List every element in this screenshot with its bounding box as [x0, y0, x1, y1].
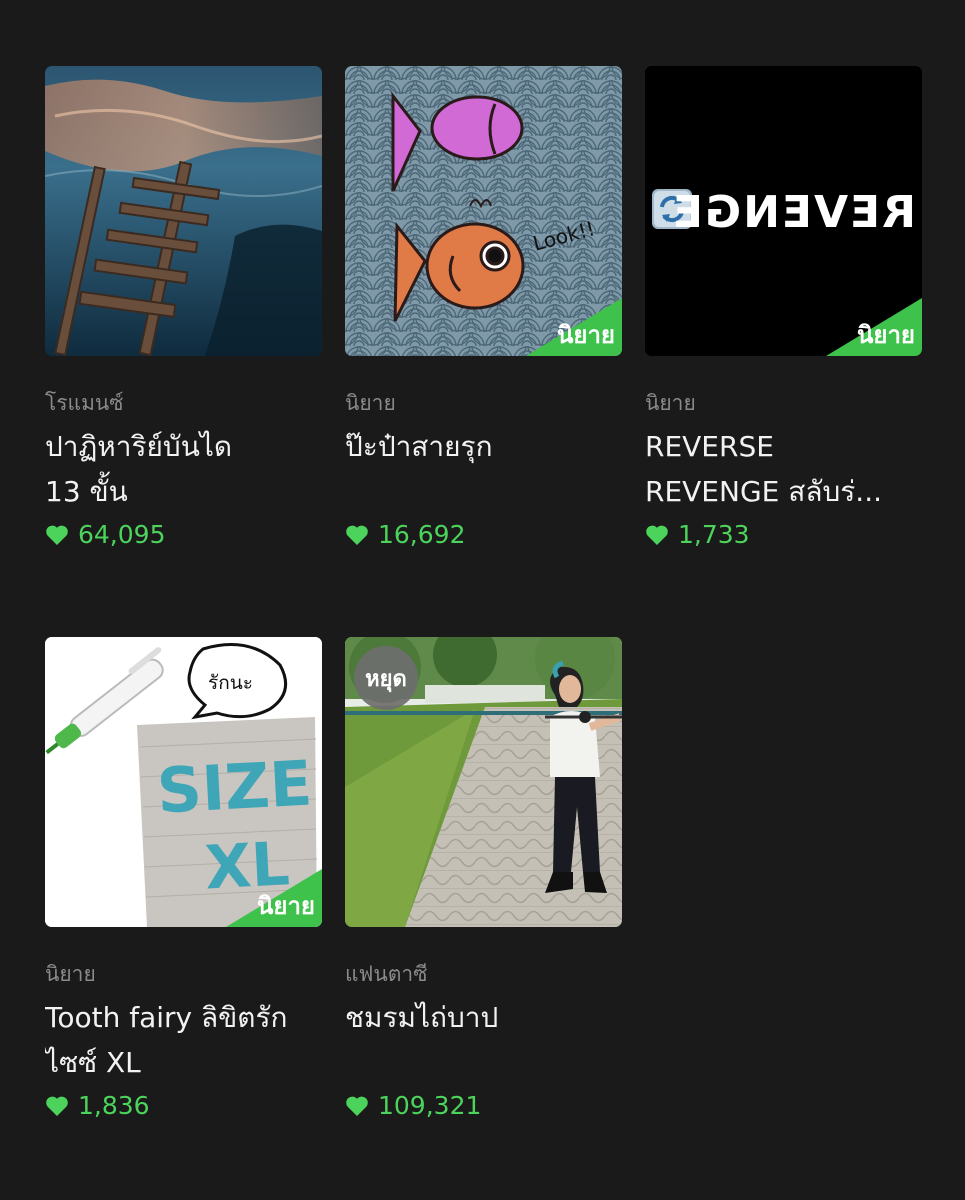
cover-image: Look!!: [345, 66, 622, 356]
like-count-value: 16,692: [378, 520, 466, 549]
story-cover[interactable]: REVENGE นิยาย: [645, 66, 922, 356]
story-cover[interactable]: หยุด: [345, 637, 622, 927]
story-genre: นิยาย: [45, 962, 96, 986]
heart-icon: [346, 525, 368, 545]
heart-icon: [46, 525, 68, 545]
story-card[interactable]: โรแมนซ์ ปาฏิหาริย์บันได 13 ขั้น 64,095: [45, 66, 322, 549]
story-title[interactable]: Tooth fairy ลิขิตรัก ไซซ์ XL: [45, 995, 322, 1085]
paused-status-badge: หยุด: [354, 646, 418, 710]
like-count-value: 1,836: [78, 1091, 150, 1120]
like-count: 1,836: [45, 1091, 150, 1121]
story-card[interactable]: หยุด แฟนตาซี ชมรมไถ่บาป 109,321: [345, 637, 622, 1120]
like-count-value: 64,095: [78, 520, 166, 549]
story-title[interactable]: ปาฏิหาริย์บันได 13 ขั้น: [45, 424, 322, 514]
cover-image: REVENGE: [645, 66, 922, 356]
story-genre: นิยาย: [345, 391, 396, 415]
like-count: 1,733: [645, 520, 750, 550]
heart-icon: [346, 1096, 368, 1116]
like-count: 64,095: [45, 520, 165, 550]
like-count: 16,692: [345, 520, 465, 550]
story-cover[interactable]: รักนะ SIZE XL นิยาย: [45, 637, 322, 927]
heart-icon: [646, 525, 668, 545]
cover-image: รักนะ SIZE XL: [45, 637, 322, 927]
story-cover[interactable]: [45, 66, 322, 356]
story-genre: นิยาย: [645, 391, 696, 415]
story-title[interactable]: ชมรมไถ่บาป: [345, 995, 622, 1040]
like-count-value: 1,733: [678, 520, 750, 549]
like-count: 109,321: [345, 1091, 481, 1121]
story-card[interactable]: REVENGE นิยาย นิยาย REVERSE REVENGE สลับ…: [645, 66, 922, 549]
story-cover[interactable]: Look!! นิยาย: [345, 66, 622, 356]
svg-text:รักนะ: รักนะ: [208, 672, 253, 694]
story-title[interactable]: ป๊ะป๋าสายรุก: [345, 424, 622, 469]
story-genre: แฟนตาซี: [345, 962, 428, 986]
like-count-value: 109,321: [378, 1091, 482, 1120]
story-title[interactable]: REVERSE REVENGE สลับร่...: [645, 424, 922, 514]
story-card[interactable]: รักนะ SIZE XL นิยาย นิยาย Tooth fairy ลิ…: [45, 637, 322, 1120]
cover-image: [45, 66, 322, 356]
svg-text:SIZE: SIZE: [155, 746, 314, 827]
novel-badge: นิยาย: [556, 321, 615, 349]
novel-badge: นิยาย: [856, 321, 915, 349]
story-genre: โรแมนซ์: [45, 391, 124, 415]
novel-badge: นิยาย: [256, 892, 315, 920]
svg-text:REVENGE: REVENGE: [671, 187, 916, 238]
heart-icon: [46, 1096, 68, 1116]
story-card[interactable]: Look!! นิยาย นิยาย ป๊ะป๋าสายรุก 16,692: [345, 66, 622, 549]
